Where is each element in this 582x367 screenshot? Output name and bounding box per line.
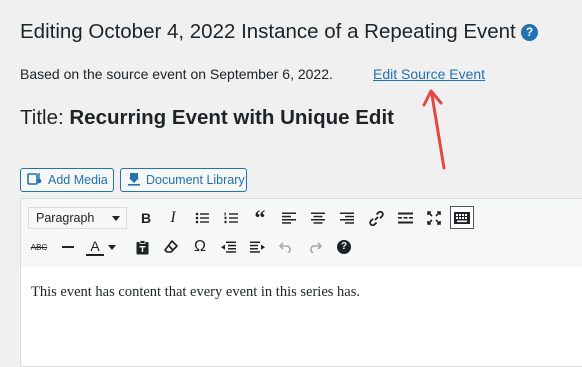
source-event-text: Based on the source event on September 6…	[20, 66, 333, 82]
align-center-icon[interactable]	[307, 207, 329, 229]
download-icon	[127, 172, 141, 189]
question-mark-glyph: ?	[337, 240, 351, 254]
document-library-label: Document Library	[146, 173, 245, 187]
special-character-icon[interactable]: Ω	[189, 236, 211, 258]
fullscreen-icon[interactable]	[423, 207, 445, 229]
add-media-button[interactable]: Add Media	[20, 168, 114, 192]
blockquote-icon[interactable]: “	[249, 205, 271, 230]
clear-formatting-icon[interactable]	[160, 236, 182, 258]
editor-content-text: This event has content that every event …	[31, 284, 360, 300]
text-color-letter: A	[86, 238, 104, 256]
editor-toolbar: Paragraph B I “ ABC A Ω ?	[20, 198, 582, 268]
bulleted-list-icon[interactable]	[191, 207, 213, 229]
paragraph-format-select[interactable]: Paragraph	[28, 207, 127, 229]
bold-icon[interactable]: B	[135, 207, 157, 229]
align-right-icon[interactable]	[336, 207, 358, 229]
edit-source-event-link[interactable]: Edit Source Event	[373, 66, 485, 82]
title-line: Title: Recurring Event with Unique Edit	[20, 106, 394, 130]
redo-icon[interactable]	[304, 236, 326, 258]
editor-content-area[interactable]: This event has content that every event …	[20, 267, 582, 367]
page-heading: Editing October 4, 2022 Instance of a Re…	[20, 20, 516, 43]
chevron-down-icon	[112, 216, 120, 221]
document-library-button[interactable]: Document Library	[120, 168, 247, 192]
undo-icon[interactable]	[275, 236, 297, 258]
title-label: Title:	[20, 106, 64, 129]
numbered-list-icon[interactable]	[220, 207, 242, 229]
strikethrough-icon[interactable]: ABC	[28, 236, 50, 258]
horizontal-line-icon[interactable]	[57, 236, 79, 258]
indent-icon[interactable]	[246, 236, 268, 258]
add-media-label: Add Media	[48, 173, 108, 187]
add-media-icon	[27, 172, 43, 189]
format-select-value: Paragraph	[36, 211, 95, 225]
chevron-down-icon	[108, 244, 116, 250]
event-title: Recurring Event with Unique Edit	[69, 106, 394, 129]
italic-icon[interactable]: I	[162, 207, 184, 229]
paste-as-text-icon[interactable]	[131, 236, 153, 258]
keyboard-shortcuts-icon[interactable]: ?	[333, 236, 355, 258]
help-icon[interactable]: ?	[521, 24, 538, 41]
read-more-icon[interactable]	[394, 207, 416, 229]
outdent-icon[interactable]	[217, 236, 239, 258]
align-left-icon[interactable]	[278, 207, 300, 229]
link-icon[interactable]	[365, 207, 387, 229]
toolbar-toggle-icon[interactable]	[450, 206, 474, 229]
text-color-icon[interactable]: A	[84, 236, 118, 258]
